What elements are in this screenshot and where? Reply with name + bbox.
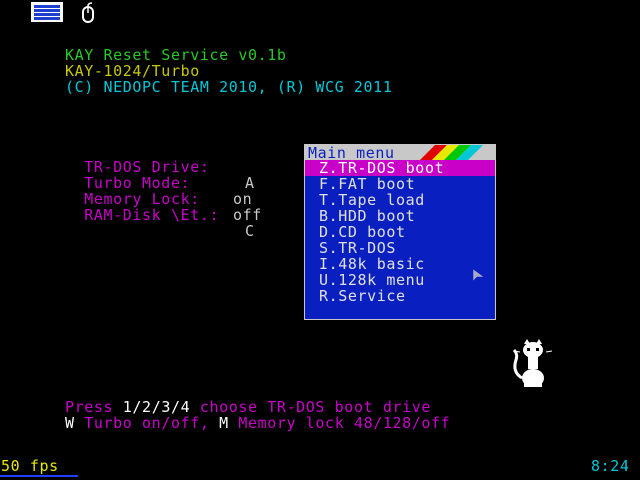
instruction-line-1: Press 1/2/3/4 choose TR-DOS boot drive bbox=[65, 399, 431, 415]
menu-icon-bar bbox=[34, 5, 60, 8]
menu-icon-bar bbox=[34, 9, 60, 12]
instruction-text: Memory lock 48/128/off bbox=[228, 414, 451, 432]
main-menu-window: Main menu Z.TR-DOS boot F.FAT boot T.Tap… bbox=[304, 144, 496, 320]
app-title: KAY Reset Service v0.1b bbox=[65, 46, 287, 64]
menu-icon-bar bbox=[34, 17, 60, 20]
rainbow-stripes-icon bbox=[420, 145, 483, 160]
instruction-text: Turbo on/off, bbox=[74, 414, 220, 432]
fps-counter: 50 fps bbox=[1, 457, 59, 475]
cat-icon bbox=[512, 339, 553, 387]
instruction-key: W bbox=[65, 414, 75, 432]
instruction-line-2: W Turbo on/off, M Memory lock 48/128/off bbox=[65, 415, 450, 431]
setting-value: off bbox=[233, 206, 262, 224]
menu-item-trdos[interactable]: S.TR-DOS bbox=[305, 240, 495, 256]
setting-value: C bbox=[245, 222, 255, 240]
menu-item-cd-boot[interactable]: D.CD boot bbox=[305, 224, 495, 240]
machine-name: KAY-1024/Turbo bbox=[65, 62, 200, 80]
menu-icon-bar bbox=[34, 13, 60, 16]
setting-ram-disk: RAM-Disk \Et.: C bbox=[65, 191, 254, 239]
instruction-key: M bbox=[219, 414, 229, 432]
menu-item-128k-menu[interactable]: U.128k menu bbox=[305, 272, 495, 288]
main-menu-titlebar: Main menu bbox=[305, 145, 495, 160]
mouse-icon[interactable] bbox=[78, 2, 98, 24]
menu-item-hdd-boot[interactable]: B.HDD boot bbox=[305, 208, 495, 224]
menu-item-service[interactable]: R.Service bbox=[305, 288, 495, 304]
menu-item-48k-basic[interactable]: I.48k basic bbox=[305, 256, 495, 272]
main-menu-title: Main menu bbox=[308, 145, 395, 160]
setting-value: A bbox=[245, 174, 255, 192]
clock: 8:24 bbox=[591, 457, 630, 475]
setting-label: RAM-Disk \Et.: bbox=[84, 206, 220, 224]
mouse-pointer-icon bbox=[472, 268, 485, 282]
menu-item-trdos-boot[interactable]: Z.TR-DOS boot bbox=[305, 160, 495, 176]
copyright-line: (C) NEDOPC TEAM 2010, (R) WCG 2011 bbox=[65, 78, 393, 96]
fps-underline bbox=[0, 475, 78, 477]
menu-item-fat-boot[interactable]: F.FAT boot bbox=[305, 176, 495, 192]
menu-list-icon[interactable] bbox=[31, 2, 63, 22]
setting-value: on bbox=[233, 190, 253, 208]
menu-item-tape-load[interactable]: T.Tape load bbox=[305, 192, 495, 208]
